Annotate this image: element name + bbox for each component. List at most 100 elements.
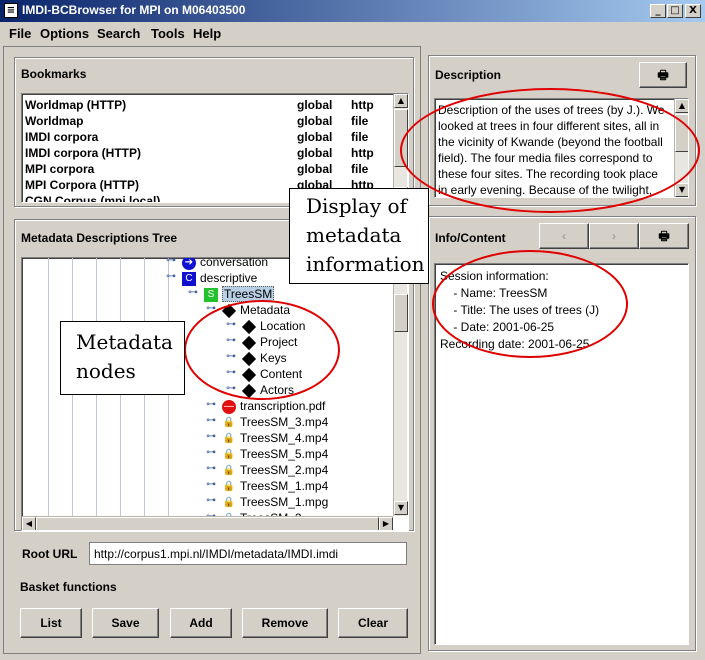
description-text[interactable]: Description of the uses of trees (by J.)… (434, 98, 689, 198)
print-description-button[interactable]: 🖶 (639, 62, 687, 88)
basket-heading: Basket functions (20, 580, 117, 594)
menu-search[interactable]: Search (97, 26, 140, 41)
bookmark-scope: global (297, 162, 333, 176)
bookmarks-heading: Bookmarks (21, 67, 87, 81)
tree-expand-handle[interactable]: ⊶ (226, 351, 236, 362)
lock-icon: 🔒 (222, 449, 236, 460)
arrow-icon: ➔ (182, 258, 196, 270)
info-line: - Date: 2001-06-25 (440, 320, 555, 334)
tree-heading: Metadata Descriptions Tree (21, 231, 178, 245)
tree-node-label: TreesSM_4.mp4 (240, 431, 329, 445)
title-bar[interactable]: ≡ IMDI-BCBrowser for MPI on M06403500 _ … (0, 0, 705, 22)
callout-display-metadata: Display of metadata information (289, 188, 429, 284)
bookmark-scope: global (297, 114, 333, 128)
menu-options[interactable]: Options (40, 26, 89, 41)
tree-expand-handle[interactable]: ⊶ (166, 258, 176, 266)
tree-expand-handle[interactable]: ⊶ (206, 447, 216, 458)
callout-metadata-nodes: Metadata nodes (60, 321, 185, 395)
tree-expand-handle[interactable]: ⊶ (206, 495, 216, 506)
scroll-up-icon[interactable]: ▲ (394, 94, 408, 108)
tree-node-label: Location (260, 319, 306, 333)
diamond-icon (241, 383, 257, 399)
info-line: Session information: (440, 269, 549, 283)
lock-icon: 🔒 (222, 497, 236, 508)
scroll-thumb[interactable] (675, 114, 688, 152)
bookmark-row[interactable]: Worldmap global file (23, 113, 389, 129)
tree-node-label: descriptive (200, 271, 258, 285)
maximize-button[interactable]: □ (667, 4, 683, 18)
tree-node-label: Keys (260, 351, 287, 365)
bookmark-name: IMDI corpora (25, 130, 99, 144)
scroll-up-icon[interactable]: ▲ (675, 99, 688, 113)
lock-icon: 🔒 (222, 417, 236, 428)
session-icon: S (204, 288, 218, 302)
minimize-button[interactable]: _ (650, 4, 666, 18)
close-button[interactable]: X (685, 4, 701, 18)
forward-button[interactable]: › (589, 223, 639, 249)
tree-expand-handle[interactable]: ⊶ (226, 367, 236, 378)
root-url-label: Root URL (22, 547, 78, 561)
clear-button[interactable]: Clear (338, 608, 408, 638)
tree-expand-handle[interactable]: ⊶ (188, 287, 198, 298)
save-button[interactable]: Save (92, 608, 159, 638)
bookmark-name: MPI Corpora (HTTP) (25, 178, 139, 192)
tree-node-label: TreesSM_5.mp4 (240, 447, 329, 461)
tree-node-label: Content (260, 367, 303, 381)
bookmark-type: file (351, 162, 369, 176)
tree-expand-handle[interactable]: ⊶ (166, 271, 176, 282)
menu-bar: File Options Search Tools Help (0, 22, 705, 44)
tree-expand-handle[interactable]: ⊶ (206, 415, 216, 426)
remove-button[interactable]: Remove (242, 608, 328, 638)
description-line: the vicinity of Kwande (beyond the footb… (438, 135, 663, 149)
tree-hscrollbar[interactable]: ◀ ▶ (22, 516, 393, 530)
scroll-left-icon[interactable]: ◀ (22, 517, 36, 530)
tree-vscrollbar[interactable]: ▲ ▼ (393, 258, 408, 516)
info-content[interactable]: Session information: - Name: TreesSM - T… (434, 263, 689, 645)
tree-node-label: Actors (260, 383, 295, 397)
menu-help[interactable]: Help (193, 26, 221, 41)
bookmark-row[interactable]: Worldmap (HTTP) global http (23, 97, 389, 113)
tree-guide-line (48, 258, 49, 516)
menu-tools[interactable]: Tools (151, 26, 185, 41)
bookmark-type: file (351, 130, 369, 144)
window-title: IMDI-BCBrowser for MPI on M06403500 (22, 3, 246, 17)
tree-expand-handle[interactable]: ⊶ (206, 463, 216, 474)
diamond-icon (241, 319, 257, 335)
lock-icon: 🔒 (222, 433, 236, 444)
scroll-thumb[interactable] (36, 517, 379, 530)
bookmark-row[interactable]: IMDI corpora (HTTP) global http (23, 145, 389, 161)
corpus-icon: C (182, 272, 196, 286)
chevron-right-icon: › (612, 229, 616, 243)
scroll-thumb[interactable] (394, 294, 408, 332)
print-info-button[interactable]: 🖶 (639, 223, 689, 249)
document-icon: ≡ (4, 3, 18, 18)
tree-expand-handle[interactable]: ⊶ (206, 303, 216, 314)
scroll-right-icon[interactable]: ▶ (379, 517, 393, 530)
tree-node-label: conversation (200, 257, 269, 269)
bookmarks-list[interactable]: Worldmap (HTTP) global http Worldmap global f… (21, 93, 409, 203)
tree-expand-handle[interactable]: ⊶ (206, 431, 216, 442)
back-button[interactable]: ‹ (539, 223, 589, 249)
bookmark-type: http (351, 146, 374, 160)
tree-expand-handle[interactable]: ⊶ (226, 319, 236, 330)
bookmark-row[interactable]: IMDI corpora global file (23, 129, 389, 145)
bookmark-type: http (351, 98, 374, 112)
bookmark-row[interactable]: MPI corpora global file (23, 161, 389, 177)
description-scrollbar[interactable]: ▲ ▼ (674, 99, 688, 197)
scroll-down-icon[interactable]: ▼ (394, 501, 408, 515)
scroll-down-icon[interactable]: ▼ (675, 183, 688, 197)
root-url-input[interactable] (89, 542, 407, 565)
list-button[interactable]: List (20, 608, 82, 638)
tree-expand-handle[interactable]: ⊶ (206, 479, 216, 490)
description-panel: Description 🖶 Description of the uses of… (428, 55, 696, 206)
scroll-thumb[interactable] (394, 109, 408, 167)
bookmark-name: CGN Corpus (mpi local) (25, 194, 161, 203)
tree-expand-handle[interactable]: ⊶ (226, 383, 236, 394)
tree-expand-handle[interactable]: ⊶ (226, 335, 236, 346)
menu-file[interactable]: File (9, 26, 31, 41)
tree-node-label: Metadata (240, 303, 291, 317)
add-button[interactable]: Add (170, 608, 232, 638)
bookmarks-scrollbar[interactable]: ▲ ▼ (393, 94, 408, 202)
tree-expand-handle[interactable]: ⊶ (206, 399, 216, 410)
bookmark-name: MPI corpora (25, 162, 95, 176)
